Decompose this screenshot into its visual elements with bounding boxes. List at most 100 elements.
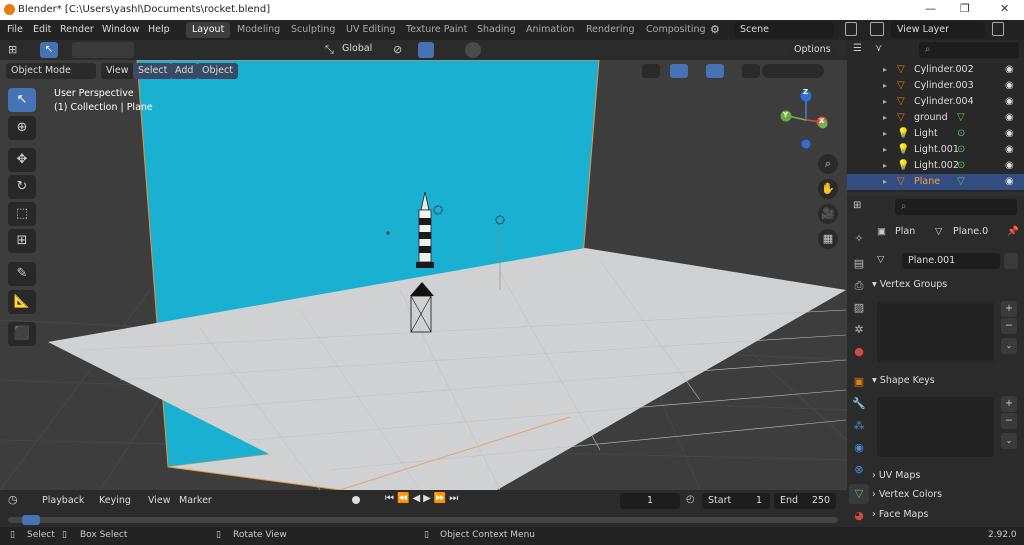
camera-view-icon[interactable]: 🎥 bbox=[818, 204, 838, 224]
tab-compositing[interactable]: Compositing bbox=[640, 22, 712, 38]
vertex-groups-list[interactable] bbox=[877, 302, 994, 362]
outliner-type-icon[interactable]: ☰ bbox=[853, 43, 862, 54]
add-shape-key-button[interactable]: + bbox=[1001, 396, 1017, 412]
minimize-button[interactable]: — bbox=[925, 2, 936, 15]
add-vertex-group-button[interactable]: + bbox=[1001, 301, 1017, 317]
light-data-icon[interactable]: ⊙ bbox=[957, 142, 965, 158]
select-box-tool-icon[interactable]: ↖ bbox=[8, 88, 36, 112]
3d-viewport[interactable]: Object Mode View Select Add Object User … bbox=[0, 60, 847, 490]
scale-tool-icon[interactable]: ⬚ bbox=[8, 202, 36, 226]
panel-vertex-colors[interactable]: › Vertex Colors bbox=[872, 486, 1022, 504]
outliner-item[interactable]: ▸ ▽ Cylinder.004 ◉ bbox=[847, 94, 1024, 110]
constraints-tab-icon[interactable]: ⊗ bbox=[849, 460, 869, 480]
expand-arrow-icon[interactable]: ▸ bbox=[883, 174, 887, 190]
proportional-icon[interactable] bbox=[465, 42, 481, 58]
physics-tab-icon[interactable]: ◉ bbox=[849, 438, 869, 458]
properties-type-icon[interactable]: ⊞ bbox=[853, 200, 861, 211]
eye-icon[interactable]: ◉ bbox=[1005, 62, 1014, 78]
light-data-icon[interactable]: ⊙ bbox=[957, 126, 965, 142]
expand-arrow-icon[interactable]: ▸ bbox=[883, 126, 887, 142]
perspective-grid-icon[interactable]: ▦ bbox=[818, 229, 838, 249]
view-layer-tab-icon[interactable]: ▨ bbox=[849, 298, 869, 318]
world-tab-icon[interactable]: ● bbox=[849, 342, 869, 362]
menu-edit[interactable]: Edit bbox=[33, 24, 51, 35]
selection-mode-buttons[interactable] bbox=[72, 42, 134, 58]
outliner-item[interactable]: ▸ ▽ Cylinder.002 ◉ bbox=[847, 62, 1024, 78]
scene-field[interactable]: Scene bbox=[734, 22, 834, 38]
close-button[interactable]: ✕ bbox=[1000, 2, 1009, 15]
orientation-dropdown[interactable]: Global bbox=[342, 43, 372, 54]
timeline-scrubber[interactable] bbox=[8, 517, 838, 523]
options-button[interactable]: Options bbox=[789, 42, 836, 58]
view-layer-icon[interactable] bbox=[870, 22, 884, 36]
zoom-icon[interactable]: ⌕ bbox=[818, 154, 838, 174]
shape-keys-list[interactable] bbox=[877, 397, 994, 457]
outliner-search-input[interactable]: ⌕ bbox=[919, 42, 1019, 58]
orientation-icon[interactable]: ⤡ bbox=[325, 43, 334, 57]
pin-icon[interactable]: 📌 bbox=[1007, 226, 1019, 237]
cursor-tool-icon[interactable]: ⊕ bbox=[8, 116, 36, 140]
end-frame-field[interactable]: End 250 bbox=[774, 493, 836, 509]
tab-uv-editing[interactable]: UV Editing bbox=[340, 22, 402, 38]
overlay-toggle-icon[interactable] bbox=[706, 64, 724, 78]
tab-animation[interactable]: Animation bbox=[520, 22, 580, 38]
output-tab-icon[interactable]: ⎙ bbox=[849, 276, 869, 296]
mesh-data-field[interactable]: Plane.001 bbox=[902, 253, 1000, 269]
eye-icon[interactable]: ◉ bbox=[1005, 158, 1014, 174]
panel-vertex-groups[interactable]: ▾ Vertex Groups bbox=[872, 276, 1022, 294]
tab-rendering[interactable]: Rendering bbox=[580, 22, 641, 38]
pan-hand-icon[interactable]: ✋ bbox=[818, 179, 838, 199]
panel-uv-maps[interactable]: › UV Maps bbox=[872, 467, 1022, 485]
marker-menu[interactable]: Marker bbox=[179, 495, 212, 506]
modifier-tab-icon[interactable]: 🔧 bbox=[849, 394, 869, 414]
outliner-item[interactable]: ▸ 💡 Light.001 ⊙ ◉ bbox=[847, 142, 1024, 158]
eye-icon[interactable]: ◉ bbox=[1005, 126, 1014, 142]
eye-icon[interactable]: ◉ bbox=[1005, 78, 1014, 94]
expand-arrow-icon[interactable]: ▸ bbox=[883, 78, 887, 94]
light-data-icon[interactable]: ⊙ bbox=[957, 158, 965, 174]
snap-icon[interactable] bbox=[418, 42, 434, 58]
fake-user-icon[interactable] bbox=[1004, 253, 1018, 269]
shading-mode-buttons[interactable] bbox=[762, 64, 824, 78]
pivot-icon[interactable]: ⊘ bbox=[393, 43, 402, 56]
tab-texture-paint[interactable]: Texture Paint bbox=[400, 22, 473, 38]
shape-key-menu-button[interactable]: ⌄ bbox=[1001, 433, 1017, 449]
expand-arrow-icon[interactable]: ▸ bbox=[883, 158, 887, 174]
tab-sculpting[interactable]: Sculpting bbox=[285, 22, 341, 38]
rotate-tool-icon[interactable]: ↻ bbox=[8, 175, 36, 199]
vertex-group-menu-button[interactable]: ⌄ bbox=[1001, 338, 1017, 354]
playback-controls[interactable]: ⏮⏪◀▶⏩⏭ bbox=[385, 493, 461, 504]
mesh-browse-icon[interactable]: ▽ bbox=[877, 254, 884, 265]
mesh-data-tab-icon[interactable]: ▽ bbox=[849, 484, 869, 504]
xray-icon[interactable] bbox=[742, 64, 760, 78]
menu-add[interactable]: Add bbox=[170, 63, 199, 79]
tab-modeling[interactable]: Modeling bbox=[231, 22, 286, 38]
render-tab-icon[interactable]: ▤ bbox=[849, 254, 869, 274]
eye-icon[interactable]: ◉ bbox=[1005, 94, 1014, 110]
mesh-data-icon[interactable]: ▽ bbox=[957, 174, 965, 190]
menu-help[interactable]: Help bbox=[148, 24, 170, 35]
filter-icon[interactable]: ⋎ bbox=[875, 43, 882, 54]
expand-arrow-icon[interactable]: ▸ bbox=[883, 62, 887, 78]
navigation-gizmo[interactable] bbox=[776, 86, 836, 156]
expand-arrow-icon[interactable]: ▸ bbox=[883, 94, 887, 110]
scene-icon[interactable]: ⚙ bbox=[710, 23, 720, 36]
add-cube-tool-icon[interactable]: ⬛ bbox=[8, 322, 36, 346]
gizmo-toggle-icon[interactable] bbox=[670, 64, 688, 78]
remove-shape-key-button[interactable]: − bbox=[1001, 413, 1017, 429]
outliner-item[interactable]: ▸ ▽ Cylinder.003 ◉ bbox=[847, 78, 1024, 94]
object-tab-icon[interactable]: ▣ bbox=[849, 372, 869, 392]
current-frame-field[interactable]: 1 bbox=[620, 493, 680, 509]
tool-tab-icon[interactable]: ✧ bbox=[849, 229, 869, 249]
select-tool-icon[interactable]: ↖ bbox=[40, 42, 58, 58]
measure-tool-icon[interactable]: 📐 bbox=[8, 290, 36, 314]
eye-icon[interactable]: ◉ bbox=[1005, 110, 1014, 126]
view-layer-field[interactable]: View Layer bbox=[891, 22, 985, 38]
transform-tool-icon[interactable]: ⊞ bbox=[8, 229, 36, 253]
timeline-view-menu[interactable]: View bbox=[148, 495, 171, 506]
properties-search-input[interactable]: ⌕ bbox=[895, 199, 1017, 215]
mode-dropdown[interactable]: Object Mode bbox=[6, 63, 96, 79]
keying-menu[interactable]: Keying bbox=[99, 495, 131, 506]
expand-arrow-icon[interactable]: ▸ bbox=[883, 110, 887, 126]
scene-tab-icon[interactable]: ✲ bbox=[849, 320, 869, 340]
